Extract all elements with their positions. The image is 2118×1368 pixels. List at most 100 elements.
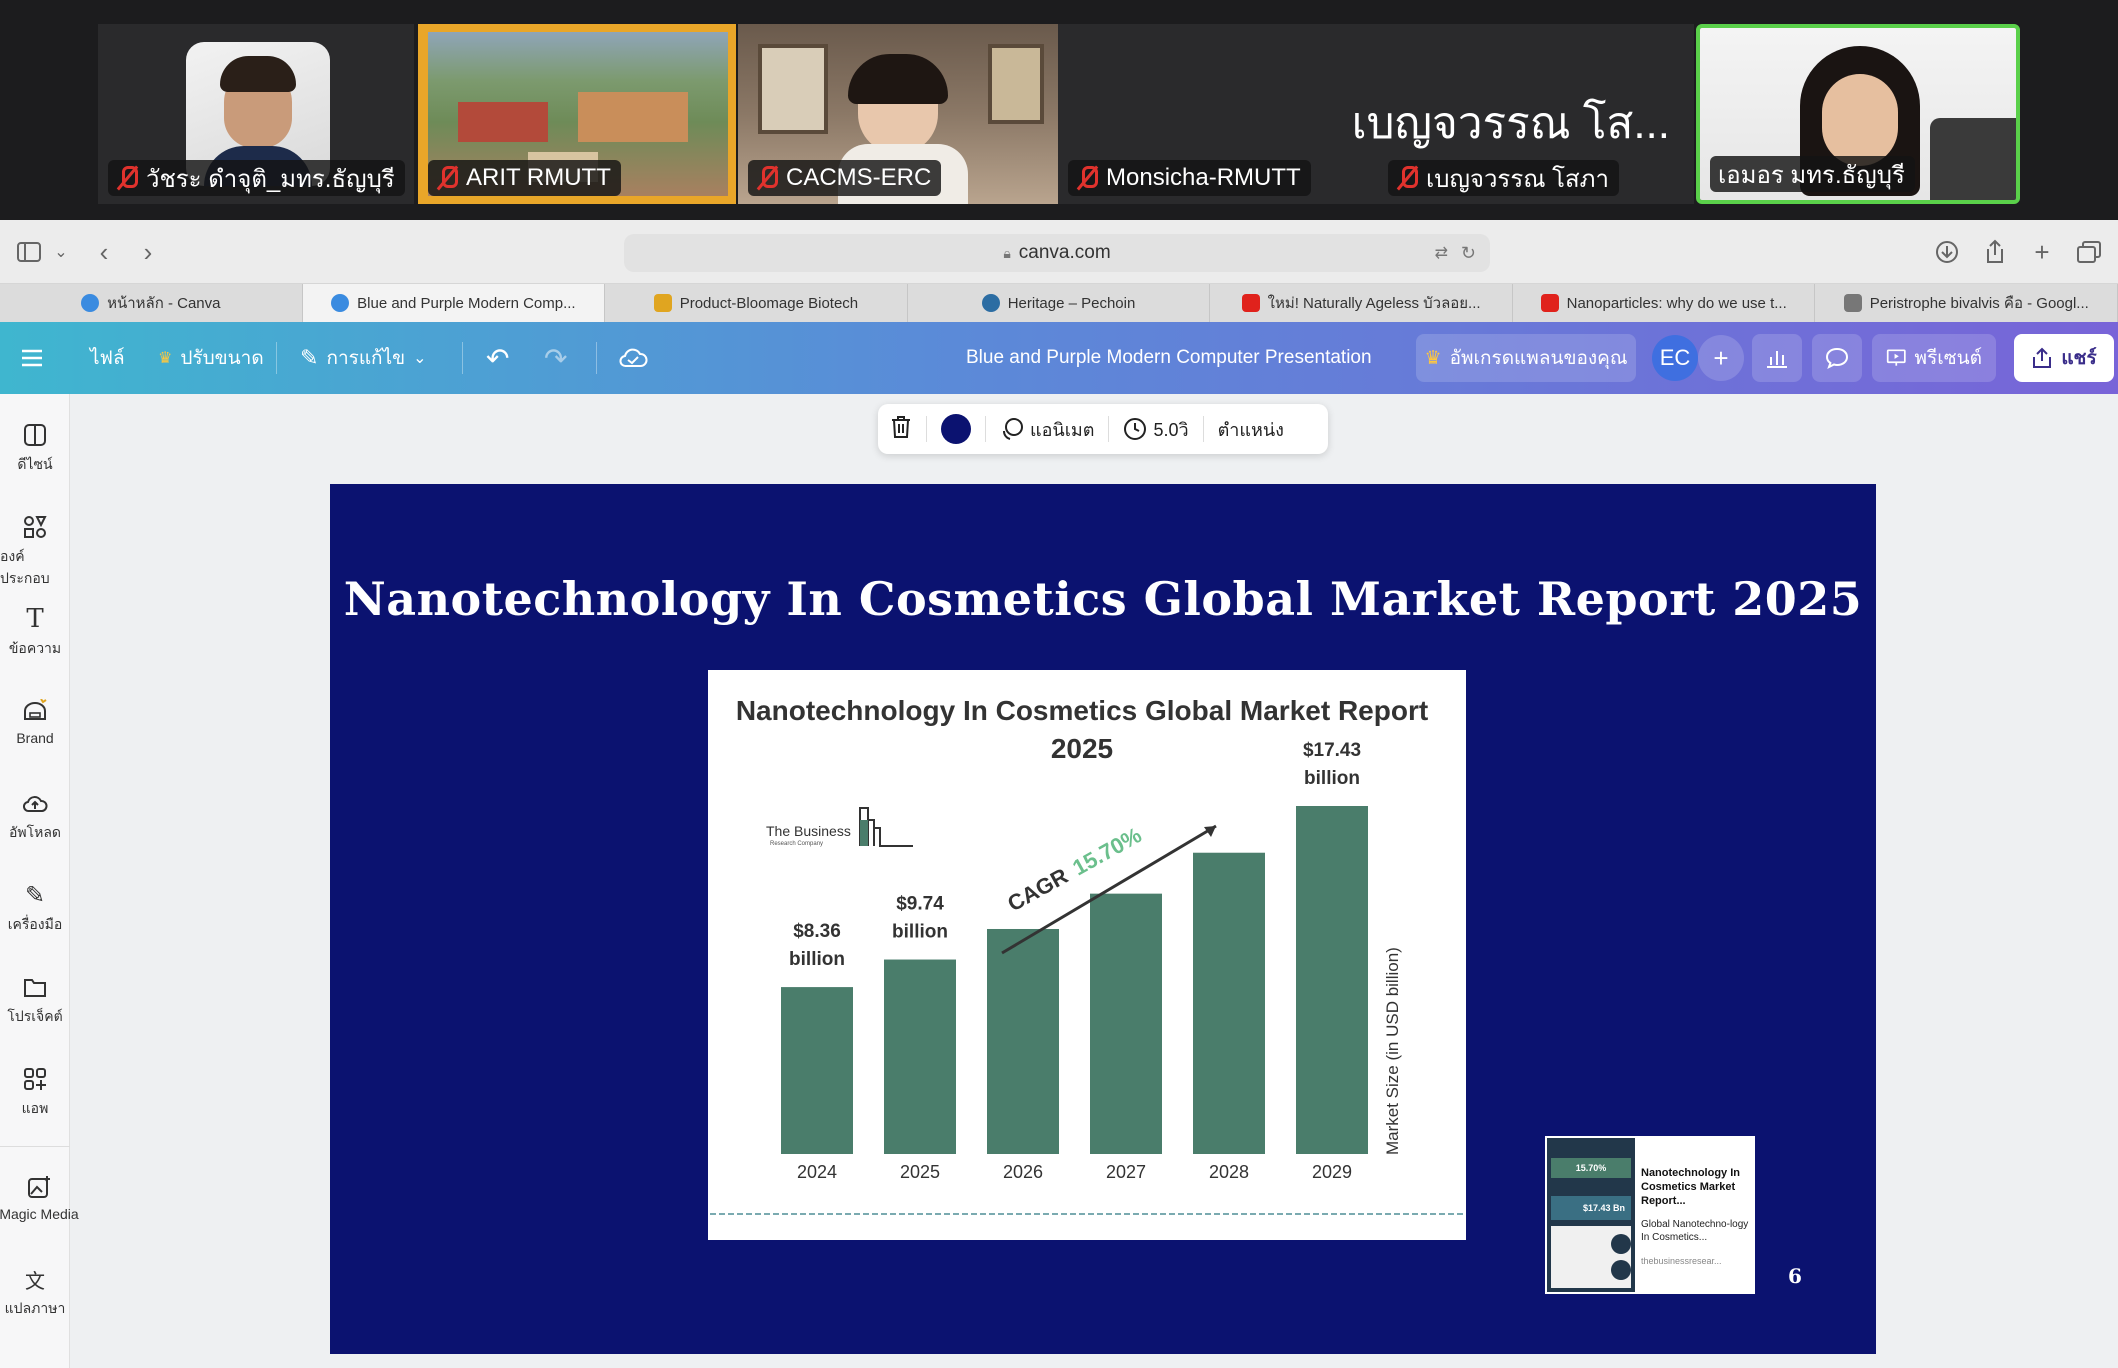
avatar[interactable]: EC [1652,335,1698,381]
tab-label: Product-Bloomage Biotech [679,294,859,312]
add-collaborator-button[interactable]: + [1698,335,1744,381]
canva-icon [331,294,350,312]
thumbnail-left-panel: 15.70% $17.43 Bn [1547,1138,1635,1292]
url-text: canva.com [1018,242,1111,263]
text-icon: T [26,604,44,634]
cloud-saved-icon[interactable] [618,322,648,394]
sidebar-item-upload[interactable]: อัพโหลด [0,790,70,844]
animate-icon [1003,418,1023,440]
participant-name: Monsicha-RMUTT [1106,164,1301,191]
chevron-down-icon[interactable]: ⌄ [52,234,70,270]
mic-off-icon [436,165,458,191]
download-icon[interactable] [1932,234,1962,270]
sidebar-item-brand[interactable]: Brand [0,698,70,746]
draw-icon: ✎ [24,881,46,909]
tab-label: Peristrophe bivalvis คือ - Googl... [1869,295,2089,312]
data-label: billion [892,922,948,943]
sidebar-item-draw[interactable]: ✎ เครื่องมือ [0,882,70,936]
document-title[interactable]: Blue and Purple Modern Computer Presenta… [966,322,1372,394]
tab-youtube-nanoparticles[interactable]: Nanoparticles: why do we use t... [1513,284,1816,322]
sidebar-item-magic-media[interactable]: Magic Media [0,1174,79,1222]
participant-tile-4[interactable]: Monsicha-RMUTT [1058,24,1378,204]
sidebar-item-projects[interactable]: โปรเจ็คต์ [0,974,70,1028]
undo-icon[interactable]: ↶ [486,322,509,394]
share-label: แชร์ [2061,348,2097,369]
sidebar-item-label: ข้อความ [8,640,62,656]
resize-menu[interactable]: ♛ ปรับขนาด [158,322,264,394]
market-chart-image[interactable]: Nanotechnology In Cosmetics Global Marke… [708,670,1466,1240]
participant-name: CACMS-ERC [786,164,932,191]
sidebar-item-translate[interactable]: 文 แปลภาษา [0,1266,70,1320]
x-tick-label: 2027 [1106,1162,1146,1182]
new-tab-icon[interactable]: + [2028,234,2056,270]
business-research-logo: The Business Research Company [766,807,913,847]
duration-button[interactable]: 5.0วิ [1123,415,1189,444]
design-icon [22,422,48,448]
insights-icon[interactable] [1752,334,1802,382]
sidebar-toggle-icon[interactable] [14,234,44,270]
back-arrow-icon[interactable]: ‹ [92,234,116,270]
tab-google-search[interactable]: Peristrophe bivalvis คือ - Googl... [1815,284,2118,322]
share-button[interactable]: แชร์ [2014,334,2114,382]
youtube-icon [1540,294,1559,312]
element-toolbar: แอนิเมต 5.0วิ ตำแหน่ง [878,404,1328,454]
trash-icon[interactable] [890,415,912,444]
sidebar-item-text[interactable]: T ข้อความ [0,604,70,660]
slide-canvas[interactable]: Nanotechnology In Cosmetics Global Marke… [330,484,1876,1354]
present-button[interactable]: พรีเซนต์ [1872,334,1996,382]
position-button[interactable]: ตำแหน่ง [1218,415,1284,444]
sidebar-item-label: Brand [16,730,54,746]
thumbnail-circle-icon [1611,1234,1631,1254]
participant-name-tag: เบญจวรรณ โสภา [1388,160,1619,196]
thumbnail-badge-1: 15.70% [1551,1158,1631,1178]
google-icon [1843,294,1862,312]
participant-tile-active-speaker[interactable]: เอมอร มทร.ธัญบุรี [1696,24,2020,204]
share-icon[interactable] [1980,234,2010,270]
sidebar-divider [0,1146,70,1147]
tab-canva-presentation[interactable]: Blue and Purple Modern Comp... [302,284,606,322]
upgrade-label: อัพเกรดแพลนของคุณ [1449,348,1628,369]
menu-icon[interactable] [20,322,44,394]
thumbnail-source: thebusinessresear... [1641,1256,1722,1266]
browser-toolbar: ⌄ ‹ › 🔒︎ canva.com ⇄ ↻ + [0,220,2118,284]
divider [276,342,277,374]
tab-label: ใหม่! Naturally Ageless บัวลอย... [1267,295,1481,312]
translate-icon[interactable]: ⇄ [1435,243,1448,263]
mic-off-icon [1076,165,1098,191]
tab-pechoin[interactable]: Heritage – Pechoin [908,284,1211,322]
slide-title[interactable]: Nanotechnology In Cosmetics Global Marke… [330,572,1876,626]
brand-icon [22,698,48,724]
redo-icon[interactable]: ↷ [544,322,567,394]
forward-arrow-icon[interactable]: › [136,234,160,270]
edit-menu[interactable]: ✎ การแก้ไข ⌄ [300,322,427,394]
tab-overview-icon[interactable] [2074,234,2104,270]
participant-name-tag: CACMS-ERC [748,160,942,196]
report-thumbnail[interactable]: 15.70% $17.43 Bn Nanotechnology In Cosme… [1545,1136,1755,1294]
address-bar[interactable]: 🔒︎ canva.com ⇄ ↻ [624,234,1490,272]
data-label: $9.74 [896,894,944,915]
sidebar-item-design[interactable]: ดีไซน์ [0,422,70,476]
tab-bloomage[interactable]: Product-Bloomage Biotech [605,284,908,322]
tab-canva-home[interactable]: หน้าหลัก - Canva [0,284,303,322]
x-tick-label: 2025 [900,1162,940,1182]
participant-tile-1[interactable]: วัชระ ดำจุติ_มทร.ธัญบุรี [98,24,414,204]
sidebar-item-elements[interactable]: องค์ประกอบ [0,514,70,590]
divider [985,416,986,442]
participant-tile-2[interactable]: ARIT RMUTT [418,24,736,204]
sidebar-item-apps[interactable]: แอพ [0,1066,70,1120]
color-swatch[interactable] [941,414,971,444]
sidebar-item-label: Magic Media [0,1206,79,1222]
bar-2028 [1193,852,1265,1154]
comment-icon[interactable] [1812,334,1862,382]
participant-tile-5[interactable]: เบญจวรรณ โส... เบญจวรรณ โสภา [1352,24,1694,204]
animate-button[interactable]: แอนิเมต [1000,415,1094,444]
translate-icon: 文 [25,1270,45,1293]
upgrade-button[interactable]: ♛ อัพเกรดแพลนของคุณ [1416,334,1636,382]
participant-name-tag: ARIT RMUTT [428,160,621,196]
reload-icon[interactable]: ↻ [1461,243,1476,264]
tab-youtube-naturally-ageless[interactable]: ใหม่! Naturally Ageless บัวลอย... [1210,284,1513,322]
participant-name-tag: เอมอร มทร.ธัญบุรี [1710,156,1915,192]
file-menu[interactable]: ไฟล์ [90,322,125,394]
participant-tile-3[interactable]: CACMS-ERC [738,24,1058,204]
canva-icon [81,294,100,312]
